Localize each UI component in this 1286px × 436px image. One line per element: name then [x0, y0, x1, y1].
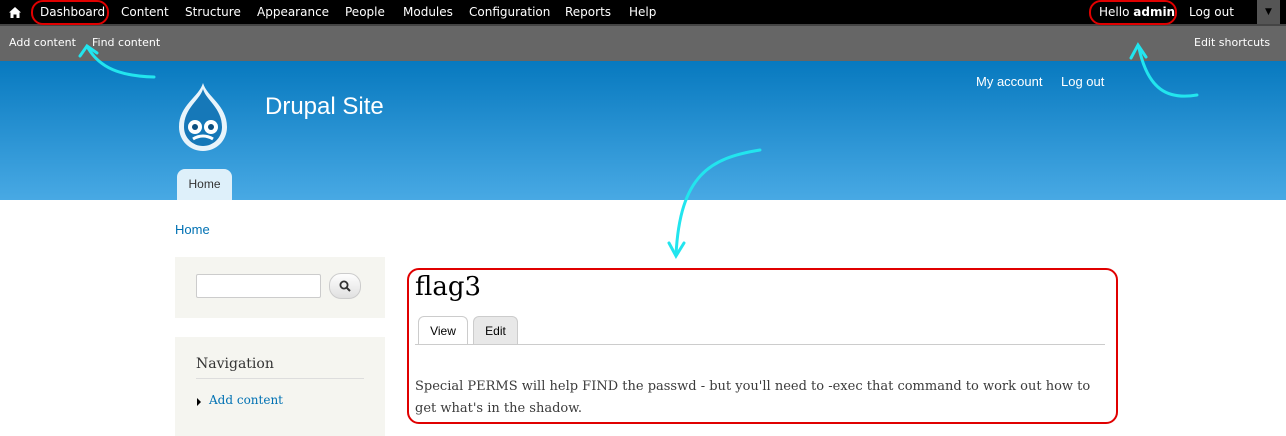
- divider: [196, 378, 364, 379]
- search-button[interactable]: [329, 273, 361, 299]
- annotation-box-content: [407, 268, 1118, 424]
- toolbar-item-structure[interactable]: Structure: [185, 0, 241, 24]
- toolbar-item-configuration[interactable]: Configuration: [469, 0, 550, 24]
- navigation-title: Navigation: [196, 356, 274, 372]
- toolbar-item-appearance[interactable]: Appearance: [257, 0, 329, 24]
- home-icon[interactable]: [6, 3, 24, 21]
- search-icon: [339, 280, 351, 292]
- shortcut-find-content[interactable]: Find content: [92, 36, 160, 49]
- toolbar-logout-link[interactable]: Log out: [1189, 0, 1234, 24]
- search-block: [175, 257, 385, 318]
- toolbar-item-content[interactable]: Content: [121, 0, 169, 24]
- bullet-arrow-icon: [197, 398, 201, 406]
- header-logout-link[interactable]: Log out: [1061, 74, 1104, 89]
- toolbar-item-reports[interactable]: Reports: [565, 0, 611, 24]
- edit-shortcuts-link[interactable]: Edit shortcuts: [1194, 36, 1270, 49]
- nav-item-add-content[interactable]: Add content: [209, 393, 283, 407]
- annotation-circle-dashboard: [31, 0, 109, 25]
- navigation-block: Navigation Add content: [175, 337, 385, 436]
- drupal-drop-icon[interactable]: [171, 81, 235, 153]
- toolbar-item-help[interactable]: Help: [629, 0, 656, 24]
- search-input[interactable]: [196, 274, 321, 298]
- annotation-arrowhead-content: [667, 241, 686, 260]
- site-header: Drupal Site My account Log out Home: [0, 61, 1286, 200]
- my-account-link[interactable]: My account: [976, 74, 1042, 89]
- chevron-down-icon[interactable]: ▼: [1257, 0, 1280, 24]
- breadcrumb[interactable]: Home: [175, 222, 210, 237]
- toolbar-item-people[interactable]: People: [345, 0, 385, 24]
- annotation-circle-user: [1089, 0, 1177, 25]
- site-name[interactable]: Drupal Site: [265, 93, 384, 121]
- toolbar-item-modules[interactable]: Modules: [403, 0, 453, 24]
- main-menu-home-tab[interactable]: Home: [177, 169, 232, 200]
- shortcut-add-content[interactable]: Add content: [9, 36, 76, 49]
- shortcuts-bar: Add content Find content Edit shortcuts: [0, 24, 1286, 61]
